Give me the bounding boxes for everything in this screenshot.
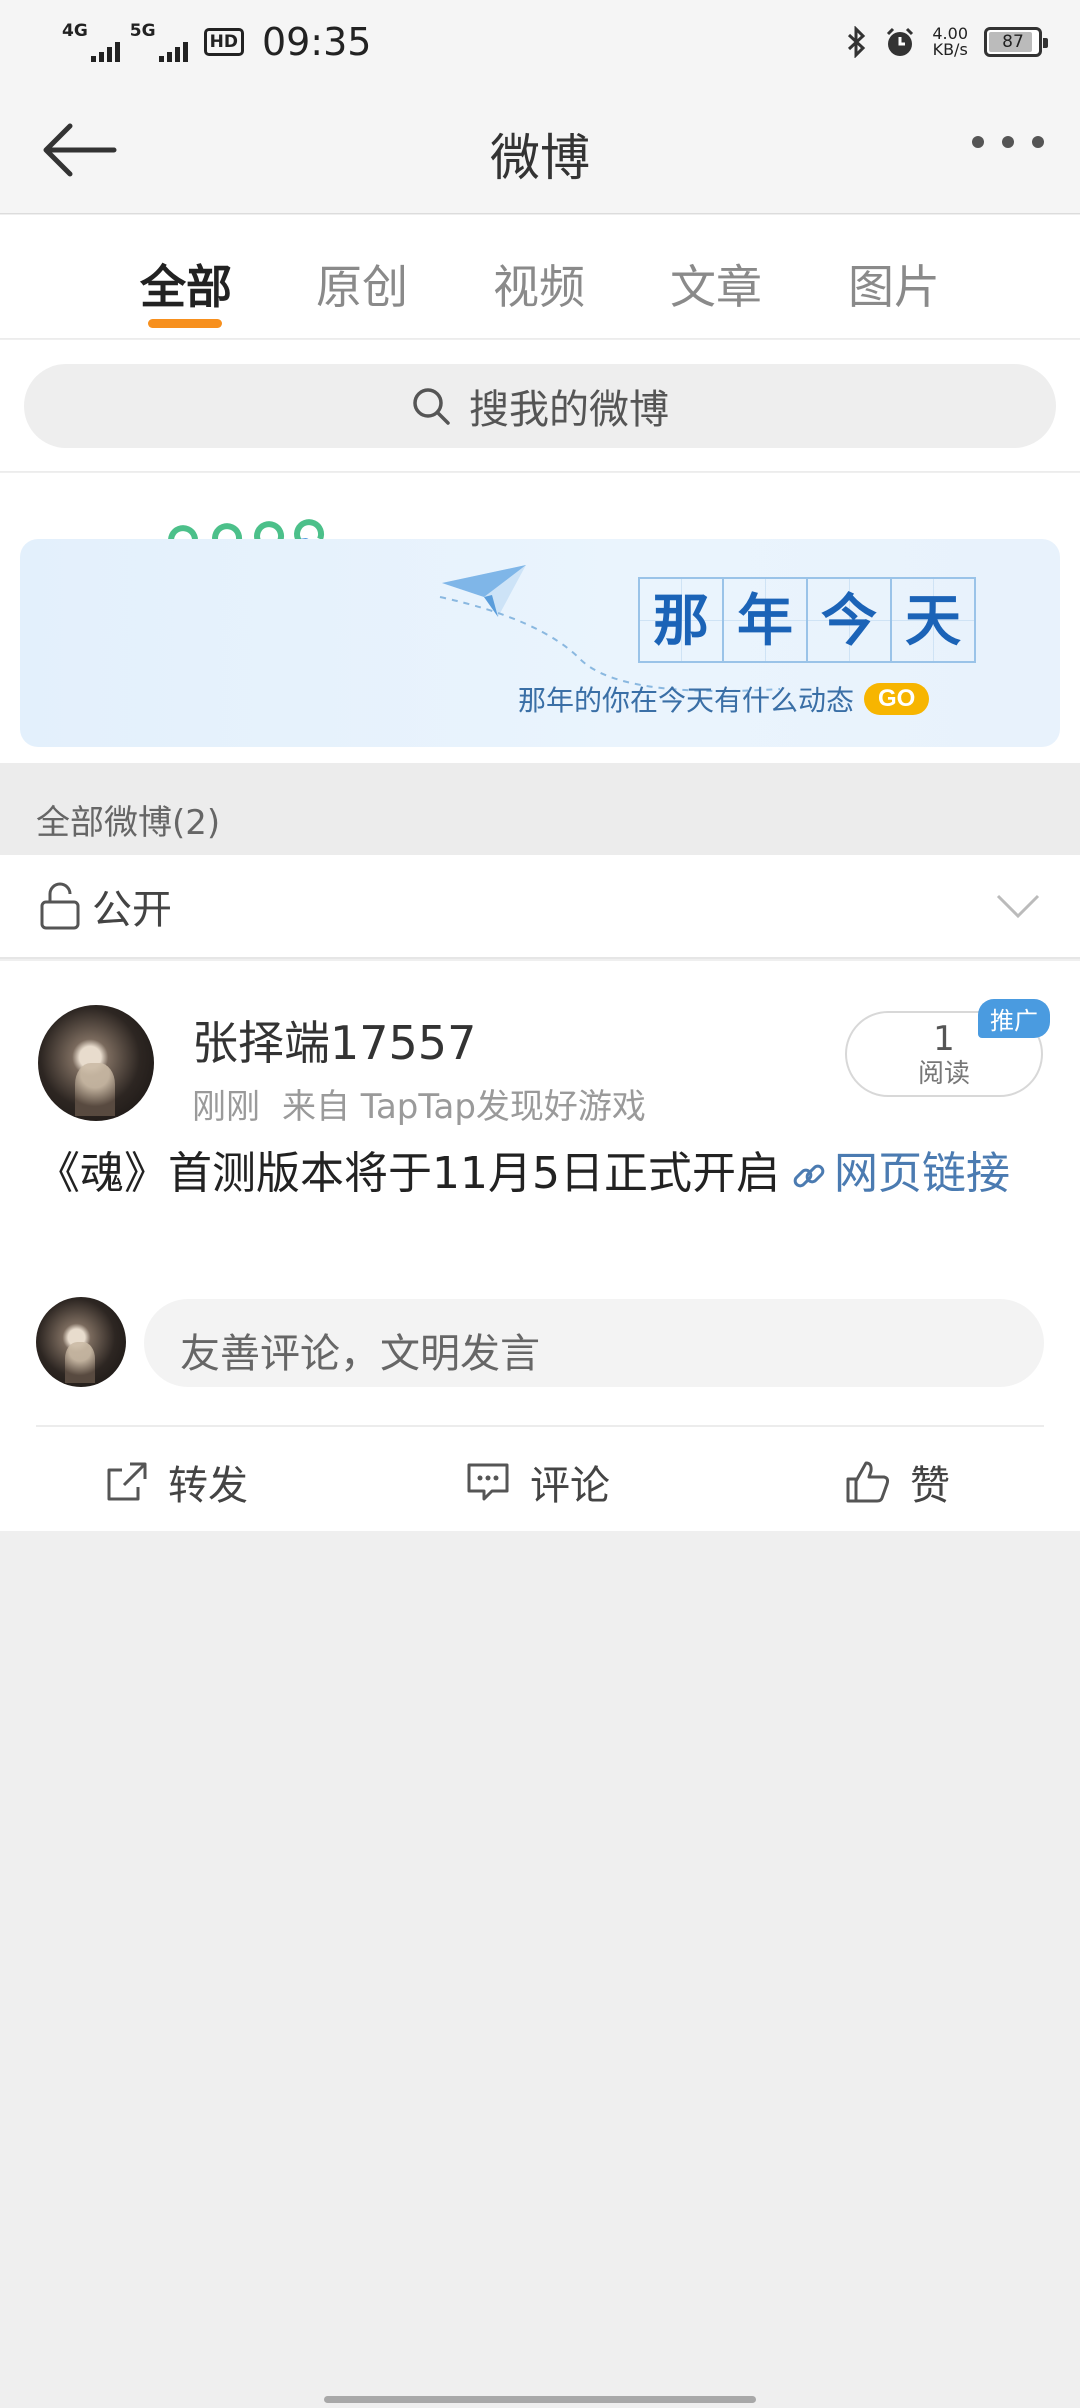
banner-title-char: 天 — [890, 577, 976, 663]
chevron-down-icon[interactable] — [994, 892, 1042, 920]
bluetooth-icon — [848, 26, 866, 58]
battery-level: 87 — [1002, 32, 1024, 52]
comment-input[interactable]: 友善评论，文明发言 — [144, 1299, 1044, 1387]
banner-title: 那 年 今 天 — [638, 577, 976, 663]
comment-button[interactable]: 评论 — [464, 1453, 610, 1511]
post-text: 《魂》首测版本将于11月5日正式开启 网页链接 — [36, 1143, 1046, 1205]
link-icon — [793, 1164, 825, 1188]
web-link[interactable]: 网页链接 — [834, 1148, 1010, 1199]
banner-title-char: 今 — [806, 577, 892, 663]
network-label-5g: 5G — [129, 20, 156, 41]
search-icon — [413, 388, 450, 425]
comment-icon — [467, 1463, 509, 1501]
status-right: 4.00 KB/s 87 — [846, 26, 1048, 58]
signal-bars-icon — [90, 40, 120, 62]
tab-all[interactable]: 全部 — [140, 251, 232, 317]
visibility-filter[interactable]: 公开 — [0, 855, 1080, 959]
search-section: 搜我的微博 — [0, 340, 1080, 472]
promote-badge[interactable]: 推广 — [978, 999, 1050, 1038]
banner-title-char: 那 — [638, 577, 724, 663]
on-this-day-banner[interactable]: 那 年 今 天 那年的你在今天有什么动态 GO — [20, 539, 1060, 747]
post-body: 《魂》首测版本将于11月5日正式开启 — [36, 1148, 780, 1199]
post-actions: 转发 评论 赞 — [0, 1427, 1080, 1531]
read-label: 阅读 — [917, 1059, 970, 1089]
tab-bar: 全部 原创 视频 文章 图片 — [0, 215, 1080, 339]
clock: 09:35 — [261, 20, 372, 64]
banner-title-char: 年 — [722, 577, 808, 663]
unlock-icon — [40, 882, 80, 930]
nav-bar: 微博 — [0, 84, 1080, 214]
search-input[interactable]: 搜我的微博 — [24, 364, 1056, 448]
speed-unit: KB/s — [932, 40, 968, 59]
battery-icon: 87 — [984, 27, 1048, 57]
tab-original[interactable]: 原创 — [316, 251, 408, 317]
go-button[interactable]: GO — [864, 683, 930, 715]
like-button[interactable]: 赞 — [844, 1453, 950, 1511]
share-icon — [107, 1462, 147, 1501]
repost-button[interactable]: 转发 — [104, 1453, 248, 1511]
page: 4G 5G HD 09:35 4.00 KB/s 87 微博 全部 原创 视频 … — [0, 0, 1080, 2408]
signal-4g: 4G — [62, 20, 120, 62]
signal-5g: 5G — [129, 20, 188, 62]
visibility-label: 公开 — [92, 887, 172, 933]
more-dots-icon[interactable] — [972, 136, 1044, 148]
status-left: 4G 5G HD 09:35 — [62, 20, 371, 64]
banner-section: 2022 1 2 3 4 5 6 7 8 9 10 11 12 13 15 16… — [0, 473, 1080, 763]
section-header: 全部微博(2) — [0, 763, 1080, 855]
like-label: 赞 — [910, 1463, 950, 1509]
thumbs-up-icon — [846, 1461, 890, 1503]
post-source: 来自 TapTap发现好游戏 — [282, 1087, 646, 1127]
search-placeholder: 搜我的微博 — [469, 387, 669, 433]
banner-subtitle: 那年的你在今天有什么动态 GO — [518, 679, 930, 719]
tab-article[interactable]: 文章 — [670, 251, 762, 317]
hd-voice-icon: HD — [203, 28, 244, 56]
comment-label: 评论 — [530, 1463, 610, 1509]
repost-label: 转发 — [168, 1463, 248, 1509]
network-speed: 4.00 KB/s — [932, 26, 968, 58]
avatar — [36, 1297, 126, 1387]
post-card: 张择端17557 刚刚 来自 TapTap发现好游戏 1 阅读 推广 《魂》首测版… — [0, 961, 1080, 1531]
network-label-4g: 4G — [62, 20, 88, 41]
home-indicator[interactable] — [324, 2396, 756, 2403]
comment-row: 友善评论，文明发言 — [36, 1297, 1044, 1389]
signal-bars-icon — [158, 40, 188, 62]
status-bar: 4G 5G HD 09:35 4.00 KB/s 87 — [0, 0, 1080, 84]
tab-images[interactable]: 图片 — [848, 251, 940, 317]
banner-subtitle-text: 那年的你在今天有什么动态 — [518, 684, 855, 717]
avatar[interactable] — [38, 1005, 154, 1121]
tab-video[interactable]: 视频 — [493, 251, 585, 317]
active-tab-indicator — [148, 319, 222, 328]
page-title: 微博 — [490, 129, 590, 187]
username[interactable]: 张择端17557 — [192, 1007, 476, 1073]
alarm-icon — [887, 27, 914, 56]
post-meta: 刚刚 来自 TapTap发现好游戏 — [192, 1079, 646, 1128]
post-time: 刚刚 — [192, 1087, 260, 1127]
